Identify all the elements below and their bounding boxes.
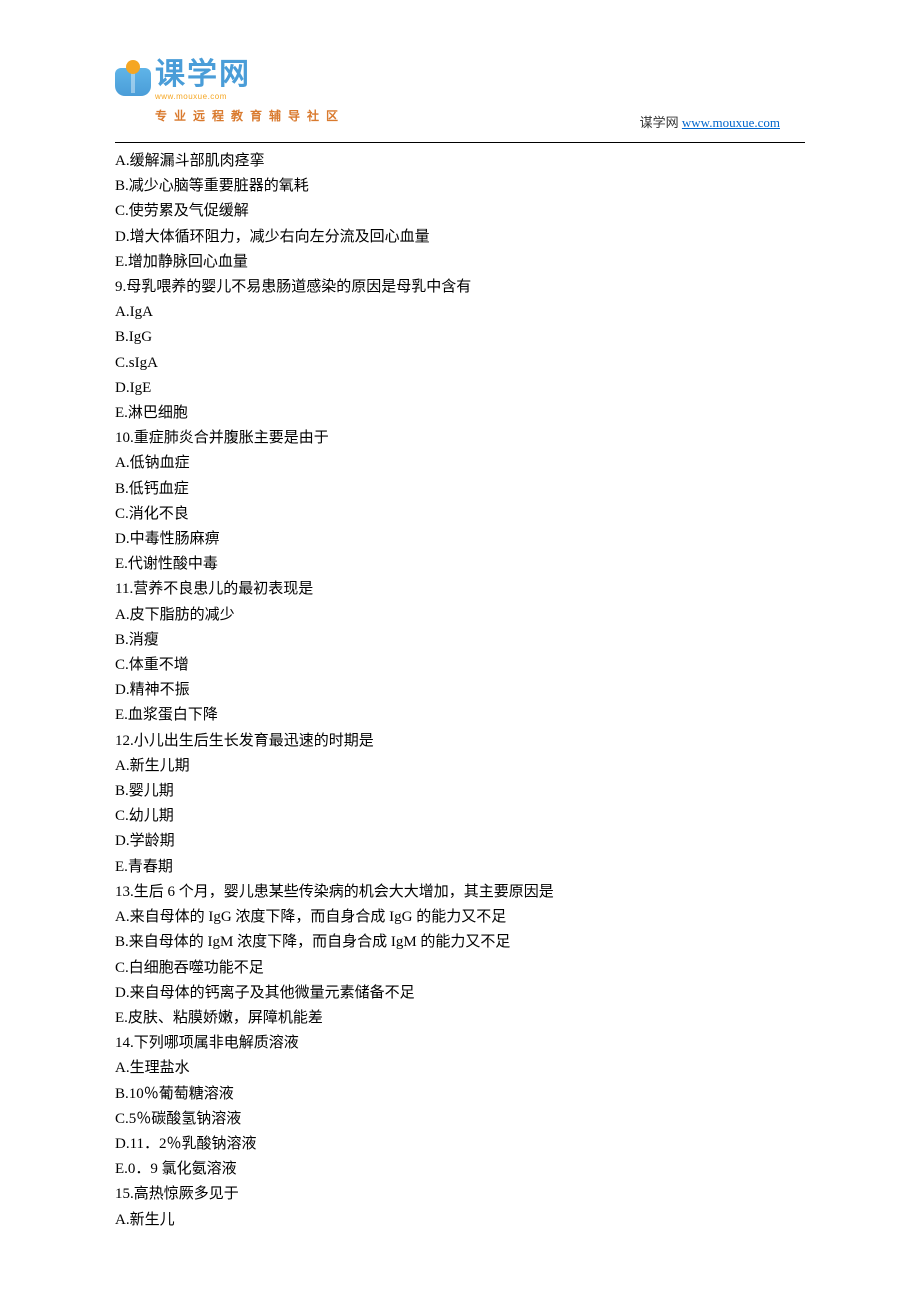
text-line: B.IgG bbox=[115, 325, 805, 350]
text-line: B.减少心脑等重要脏器的氧耗 bbox=[115, 174, 805, 199]
logo-url-text: www.mouxue.com bbox=[155, 92, 345, 101]
text-line: C.sIgA bbox=[115, 351, 805, 376]
text-line: D.精神不振 bbox=[115, 678, 805, 703]
text-line: 15.高热惊厥多见于 bbox=[115, 1182, 805, 1207]
text-line: D.IgE bbox=[115, 376, 805, 401]
text-line: B.10％葡萄糖溶液 bbox=[115, 1082, 805, 1107]
text-line: E.0．9 氯化氨溶液 bbox=[115, 1157, 805, 1182]
text-line: C.消化不良 bbox=[115, 502, 805, 527]
text-line: A.新生儿 bbox=[115, 1208, 805, 1233]
header-right-label: 谋学网 bbox=[640, 115, 679, 130]
logo-icon bbox=[115, 60, 151, 96]
header-right: 谋学网 www.mouxue.com bbox=[640, 112, 780, 131]
text-line: D.来自母体的钙离子及其他微量元素储备不足 bbox=[115, 981, 805, 1006]
text-line: A.IgA bbox=[115, 300, 805, 325]
text-line: 14.下列哪项属非电解质溶液 bbox=[115, 1031, 805, 1056]
text-line: 11.营养不良患儿的最初表现是 bbox=[115, 577, 805, 602]
text-line: E.青春期 bbox=[115, 855, 805, 880]
text-line: D.增大体循环阻力，减少右向左分流及回心血量 bbox=[115, 225, 805, 250]
text-line: 12.小儿出生后生长发育最迅速的时期是 bbox=[115, 729, 805, 754]
text-line: B.来自母体的 IgM 浓度下降，而自身合成 IgM 的能力又不足 bbox=[115, 930, 805, 955]
text-line: C.5％碳酸氢钠溶液 bbox=[115, 1107, 805, 1132]
text-line: 10.重症肺炎合并腹胀主要是由于 bbox=[115, 426, 805, 451]
text-line: E.淋巴细胞 bbox=[115, 401, 805, 426]
document-content: A.缓解漏斗部肌肉痉挛B.减少心脑等重要脏器的氧耗C.使劳累及气促缓解D.增大体… bbox=[0, 143, 920, 1233]
text-line: 13.生后 6 个月，婴儿患某些传染病的机会大大增加，其主要原因是 bbox=[115, 880, 805, 905]
text-line: C.幼儿期 bbox=[115, 804, 805, 829]
text-line: D.中毒性肠麻痹 bbox=[115, 527, 805, 552]
text-line: A.生理盐水 bbox=[115, 1056, 805, 1081]
text-line: C.使劳累及气促缓解 bbox=[115, 199, 805, 224]
text-line: 9.母乳喂养的婴儿不易患肠道感染的原因是母乳中含有 bbox=[115, 275, 805, 300]
text-line: A.缓解漏斗部肌肉痉挛 bbox=[115, 149, 805, 174]
text-line: E.皮肤、粘膜娇嫩，屏障机能差 bbox=[115, 1006, 805, 1031]
text-line: E.增加静脉回心血量 bbox=[115, 250, 805, 275]
text-line: B.低钙血症 bbox=[115, 477, 805, 502]
text-line: C.体重不增 bbox=[115, 653, 805, 678]
text-line: E.代谢性酸中毒 bbox=[115, 552, 805, 577]
text-line: D.学龄期 bbox=[115, 829, 805, 854]
text-line: A.低钠血症 bbox=[115, 451, 805, 476]
page-header: 课学网 www.mouxue.com 专业远程教育辅导社区 谋学网 www.mo… bbox=[0, 0, 920, 140]
text-line: D.11．2％乳酸钠溶液 bbox=[115, 1132, 805, 1157]
text-line: A.皮下脂肪的减少 bbox=[115, 603, 805, 628]
text-line: B.婴儿期 bbox=[115, 779, 805, 804]
text-line: C.白细胞吞噬功能不足 bbox=[115, 956, 805, 981]
logo-tagline: 专业远程教育辅导社区 bbox=[155, 107, 345, 124]
header-site-link[interactable]: www.mouxue.com bbox=[682, 115, 780, 130]
logo-text: 课学网 bbox=[155, 60, 345, 90]
text-line: A.新生儿期 bbox=[115, 754, 805, 779]
text-line: A.来自母体的 IgG 浓度下降，而自身合成 IgG 的能力又不足 bbox=[115, 905, 805, 930]
text-line: E.血浆蛋白下降 bbox=[115, 703, 805, 728]
text-line: B.消瘦 bbox=[115, 628, 805, 653]
logo-text-wrap: 课学网 www.mouxue.com 专业远程教育辅导社区 bbox=[155, 60, 345, 124]
